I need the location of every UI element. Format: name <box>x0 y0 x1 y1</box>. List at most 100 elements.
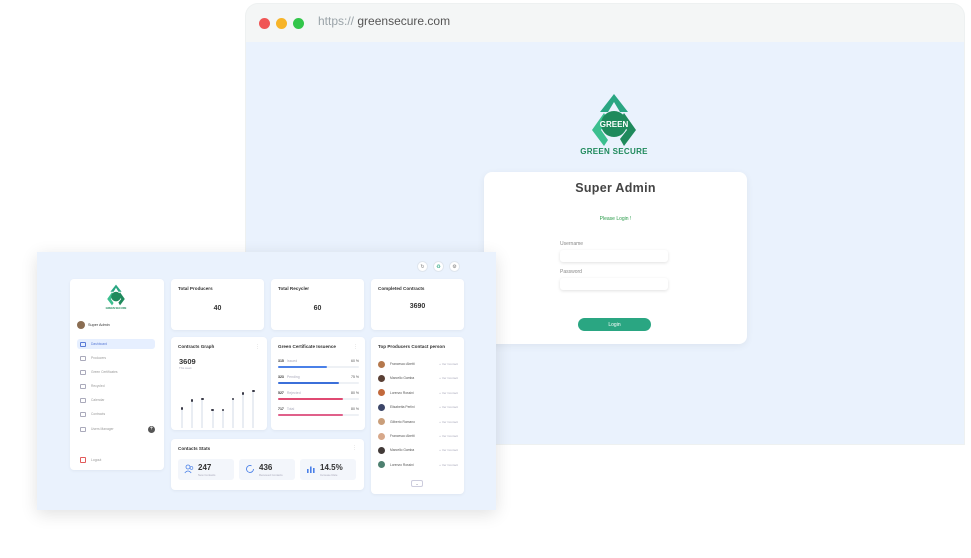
brand-name: GREEN SECURE <box>580 147 648 156</box>
password-input[interactable] <box>560 278 668 290</box>
producer-contact-link[interactable]: + Ver Contact <box>439 463 458 467</box>
total-recycler-title: Total Recycler <box>278 286 310 291</box>
total-producers-title: Total Producers <box>178 286 213 291</box>
recycle-icon[interactable]: ♻ <box>433 261 444 272</box>
certificate-value: 527 <box>278 391 284 395</box>
progress-fill <box>278 398 343 400</box>
sidebar-item-users-manager[interactable]: Users Manager <box>77 424 155 434</box>
users-manager-icon <box>80 426 86 432</box>
producer-name: Marcello Gamba <box>390 448 415 453</box>
sidebar-item-label: Users Manager <box>91 427 114 431</box>
certificate-percent: 75 % <box>351 375 359 379</box>
sidebar-item-label: Recycled <box>91 384 105 388</box>
login-button[interactable]: Login <box>578 318 651 331</box>
avatar <box>378 360 385 368</box>
graph-bar <box>221 410 224 428</box>
dashboard-icon <box>80 341 86 347</box>
producer-name: Lorenzo Rossini <box>390 462 414 467</box>
certificate-percent: 80 % <box>351 391 359 395</box>
settings-icon[interactable]: ⚙ <box>449 261 460 272</box>
recycled-icon <box>80 383 86 389</box>
close-window-dot[interactable] <box>259 18 270 29</box>
graph-bar <box>252 391 255 428</box>
progress-track <box>278 414 359 416</box>
logout-button[interactable]: Logout <box>80 457 101 463</box>
certificate-row: 527 Rejected 80 % <box>278 391 359 400</box>
chevron-down-icon[interactable]: ⌄ <box>411 480 423 487</box>
contacts-stats-title: Contacts Stats <box>178 446 211 451</box>
certificate-value: 315 <box>278 359 284 363</box>
producer-contact-link[interactable]: + Ver Contact <box>439 420 458 424</box>
contacts-stats-card: Contacts Stats ⋮ 247 New Contacts 436 Re… <box>171 439 364 490</box>
total-producers-card: Total Producers 40 <box>171 279 264 330</box>
maximize-window-dot[interactable] <box>293 18 304 29</box>
green-certificate-card: Green Certificate Issuence ⋮ 315 Issued 60… <box>271 337 365 430</box>
producer-row[interactable]: Elisabetta Perlini + Ver Contact <box>378 402 458 412</box>
completed-contracts-title: Completed Contracts <box>378 286 425 291</box>
completed-contracts-value: 3690 <box>409 303 426 310</box>
producer-contact-link[interactable]: + Ver Contact <box>439 376 458 380</box>
certificate-label: Total <box>286 407 295 411</box>
more-icon[interactable]: ⋮ <box>353 344 358 350</box>
stat-caption: Increase Rate <box>320 473 338 477</box>
producer-contact-link[interactable]: + Ver Contact <box>439 448 458 452</box>
producer-name: Lorenzo Rossini <box>390 390 414 395</box>
username-input[interactable] <box>560 250 668 262</box>
certificate-label: Pending <box>286 375 300 379</box>
producer-name: Marcello Gamba <box>390 376 415 381</box>
producer-contact-link[interactable]: + Ver Contact <box>439 362 458 366</box>
avatar <box>378 418 385 426</box>
sidebar-item-recycled[interactable]: Recycled <box>77 381 155 391</box>
progress-fill <box>278 366 327 368</box>
progress-fill <box>278 382 339 384</box>
sidebar-item-contracts[interactable]: Contracts <box>77 409 155 419</box>
sidebar-item-calendar[interactable]: Calendar <box>77 395 155 405</box>
stat-value: 14.5% <box>320 463 343 472</box>
producer-row[interactable]: Francesco Abetti + Ver Contact <box>378 359 458 369</box>
sidebar-item-label: Dashboard <box>91 342 108 346</box>
add-icon[interactable]: + <box>148 426 155 433</box>
graph-bar <box>181 408 183 428</box>
logout-label: Logout <box>91 458 102 462</box>
refresh-icon[interactable]: ↻ <box>417 261 428 272</box>
stat-renewed-contacts: 436 Renewed Contacts <box>239 459 295 480</box>
avatar <box>378 374 385 382</box>
logout-icon <box>80 457 86 463</box>
contracts-caption: This week <box>179 366 192 370</box>
stat-caption: Renewed Contacts <box>259 473 283 477</box>
sidebar: GREEN SECURE Super Admin Dashboard Produc… <box>70 279 164 470</box>
certificate-value: 717 <box>278 407 284 411</box>
producer-row[interactable]: Marcello Gamba + Ver Contact <box>378 373 458 383</box>
graph-point <box>252 389 255 393</box>
avatar <box>378 432 385 440</box>
more-icon[interactable]: ⋮ <box>255 344 260 350</box>
contracts-icon <box>80 411 86 417</box>
green-certificates-icon <box>80 369 86 375</box>
producer-row[interactable]: Marcello Gamba + Ver Contact <box>378 445 458 455</box>
sidebar-item-producers[interactable]: Producers <box>77 353 155 363</box>
producer-contact-link[interactable]: + Ver Contact <box>439 391 458 395</box>
sidebar-item-label: Green Certificates <box>91 370 118 374</box>
producer-row[interactable]: Lorenzo Rossini + Ver Contact <box>378 460 458 470</box>
producer-row[interactable]: Lorenzo Rossini + Ver Contact <box>378 388 458 398</box>
recycle-logo-icon: GREEN <box>592 94 636 146</box>
refresh-circle-icon <box>246 465 254 473</box>
producer-contact-link[interactable]: + Ver Contact <box>439 405 458 409</box>
sidebar-item-dashboard[interactable]: Dashboard <box>77 339 155 349</box>
producer-contact-link[interactable]: + Ver Contact <box>439 434 458 438</box>
progress-track <box>278 366 359 368</box>
producer-row[interactable]: Francesco Abetti + Ver Contact <box>378 431 458 441</box>
sidebar-user[interactable]: Super Admin <box>77 321 110 329</box>
producer-name: Francesco Abetti <box>390 434 415 438</box>
minimize-window-dot[interactable] <box>276 18 287 29</box>
producer-row[interactable]: Gilberto Romano + Ver Contact <box>378 417 458 427</box>
password-label: Password <box>560 269 582 275</box>
more-icon[interactable]: ⋮ <box>352 445 357 451</box>
stat-new-contacts: 247 New Contacts <box>178 459 234 480</box>
green-certificate-title: Green Certificate Issuence <box>278 344 336 349</box>
certificate-row: 717 Total 80 % <box>278 407 359 416</box>
address-bar[interactable]: https:// greensecure.com <box>318 14 450 28</box>
url-host: greensecure.com <box>357 14 451 28</box>
sidebar-item-green-certificates[interactable]: Green Certificates <box>77 367 155 377</box>
contracts-graph-title: Contracts Graph <box>178 344 215 349</box>
